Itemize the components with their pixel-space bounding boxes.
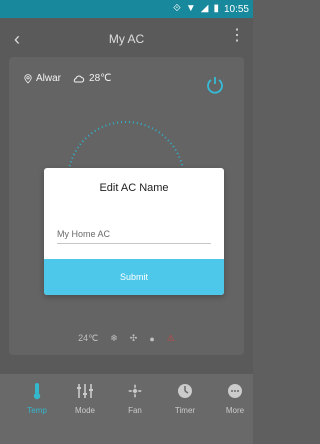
- vibrate-icon: ⟐: [172, 3, 181, 14]
- edit-ac-name-dialog: Edit AC Name Submit: [44, 168, 224, 295]
- dialog-title: Edit AC Name: [99, 182, 169, 194]
- status-time: 10:55: [223, 3, 249, 15]
- signal-icon: ◢: [200, 3, 209, 14]
- status-bar: ⟐ ▼ ◢ ▮ 10:55: [0, 0, 253, 18]
- submit-button[interactable]: Submit: [44, 259, 224, 295]
- wifi-icon: ▼: [185, 3, 196, 14]
- battery-icon: ▮: [213, 3, 219, 14]
- ac-name-input[interactable]: [57, 224, 211, 244]
